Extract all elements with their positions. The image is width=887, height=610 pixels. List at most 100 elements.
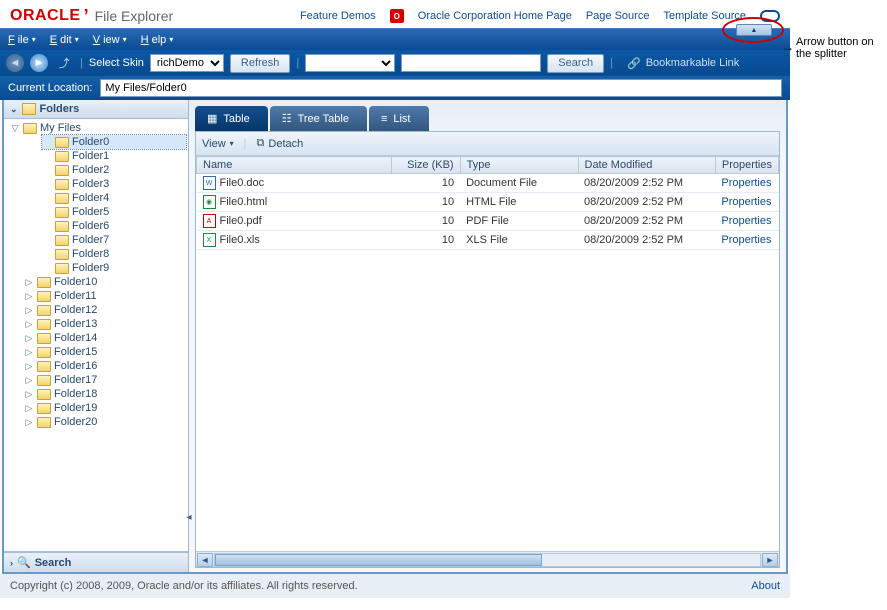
folder-icon bbox=[37, 361, 51, 372]
file-date: 08/20/2009 2:52 PM bbox=[578, 193, 715, 212]
table-row[interactable]: WFile0.doc10Document File08/20/2009 2:52… bbox=[197, 174, 779, 193]
scroll-thumb[interactable] bbox=[215, 554, 542, 566]
file-size: 10 bbox=[391, 174, 460, 193]
search-type-select[interactable] bbox=[305, 54, 395, 72]
table-row[interactable]: XFile0.xls10XLS File08/20/2009 2:52 PMPr… bbox=[197, 231, 779, 250]
tree-node-folder10[interactable]: ▷Folder10 bbox=[24, 275, 186, 289]
detach-icon: ⧉ bbox=[257, 137, 265, 150]
tree-node-folder15[interactable]: ▷Folder15 bbox=[24, 345, 186, 359]
tree-node-folder6[interactable]: Folder6 bbox=[42, 219, 186, 233]
tree-node-folder18[interactable]: ▷Folder18 bbox=[24, 387, 186, 401]
table-row[interactable]: AFile0.pdf10PDF File08/20/2009 2:52 PMPr… bbox=[197, 212, 779, 231]
col-date-modified[interactable]: Date Modified bbox=[578, 157, 715, 174]
menu-view[interactable]: View ▾ bbox=[93, 34, 127, 46]
file-type: PDF File bbox=[460, 212, 578, 231]
chevron-down-icon: ▾ bbox=[123, 35, 127, 44]
sidebar: ⌄ Folders ▽My FilesFolder0Folder1Folder2… bbox=[4, 100, 189, 572]
nav-forward-button[interactable]: ► bbox=[30, 54, 48, 72]
folder-icon bbox=[55, 263, 69, 274]
search-panel-header[interactable]: › 🔍 Search bbox=[4, 552, 188, 572]
file-date: 08/20/2009 2:52 PM bbox=[578, 212, 715, 231]
brand-dot: ’ bbox=[84, 6, 89, 27]
splitter-arrow-button[interactable]: ▲ bbox=[736, 24, 772, 36]
chevron-down-icon: ▾ bbox=[230, 139, 234, 148]
tree-node-folder2[interactable]: Folder2 bbox=[42, 163, 186, 177]
table-row[interactable]: ◉File0.html10HTML File08/20/2009 2:52 PM… bbox=[197, 193, 779, 212]
folder-icon bbox=[37, 347, 51, 358]
tree-node-folder8[interactable]: Folder8 bbox=[42, 247, 186, 261]
tree-node-folder4[interactable]: Folder4 bbox=[42, 191, 186, 205]
properties-link[interactable]: Properties bbox=[721, 177, 771, 189]
folder-icon bbox=[55, 249, 69, 260]
location-input[interactable] bbox=[100, 79, 782, 97]
file-date: 08/20/2009 2:52 PM bbox=[578, 174, 715, 193]
tab-table[interactable]: ▦ Table bbox=[195, 106, 268, 131]
tree-node-folder19[interactable]: ▷Folder19 bbox=[24, 401, 186, 415]
folder-icon bbox=[55, 207, 69, 218]
properties-link[interactable]: Properties bbox=[721, 215, 771, 227]
refresh-button[interactable]: Refresh bbox=[230, 54, 291, 73]
file-name: File0.doc bbox=[220, 177, 265, 189]
file-date: 08/20/2009 2:52 PM bbox=[578, 231, 715, 250]
detach-button[interactable]: ⧉ Detach bbox=[257, 137, 304, 150]
scroll-left-arrow[interactable]: ◄ bbox=[197, 553, 213, 567]
tree-node-folder11[interactable]: ▷Folder11 bbox=[24, 289, 186, 303]
link-oracle-home[interactable]: Oracle Corporation Home Page bbox=[418, 10, 572, 22]
folder-icon bbox=[37, 305, 51, 316]
annotation-arrow-icon: → bbox=[782, 40, 794, 54]
folders-panel-header[interactable]: ⌄ Folders bbox=[4, 100, 188, 119]
tree-node-folder9[interactable]: Folder9 bbox=[42, 261, 186, 275]
link-feature-demos[interactable]: Feature Demos bbox=[300, 10, 376, 22]
tree-node-folder0[interactable]: Folder0 bbox=[42, 135, 186, 149]
tree-node-folder7[interactable]: Folder7 bbox=[42, 233, 186, 247]
col-size-kb-[interactable]: Size (KB) bbox=[391, 157, 460, 174]
tree-node-folder17[interactable]: ▷Folder17 bbox=[24, 373, 186, 387]
horizontal-scrollbar[interactable]: ◄ ► bbox=[196, 551, 779, 567]
toolbar: ◄ ► ⤴ | Select Skin richDemo Refresh | S… bbox=[0, 50, 790, 76]
col-name[interactable]: Name bbox=[197, 157, 392, 174]
scroll-track[interactable] bbox=[214, 553, 761, 567]
menu-file[interactable]: File ▾ bbox=[8, 34, 36, 46]
tree-node-folder16[interactable]: ▷Folder16 bbox=[24, 359, 186, 373]
tab-tree-table[interactable]: ☷ Tree Table bbox=[270, 106, 367, 131]
link-template-source[interactable]: Template Source bbox=[663, 10, 746, 22]
nav-back-button[interactable]: ◄ bbox=[6, 54, 24, 72]
link-page-source[interactable]: Page Source bbox=[586, 10, 650, 22]
search-button[interactable]: Search bbox=[547, 54, 604, 73]
col-type[interactable]: Type bbox=[460, 157, 578, 174]
file-type: XLS File bbox=[460, 231, 578, 250]
content-area: ▦ Table ☷ Tree Table ≡ List View ▾ bbox=[189, 100, 786, 572]
copyright: Copyright (c) 2008, 2009, Oracle and/or … bbox=[10, 580, 358, 592]
scroll-right-arrow[interactable]: ► bbox=[762, 553, 778, 567]
tree-node-folder5[interactable]: Folder5 bbox=[42, 205, 186, 219]
properties-link[interactable]: Properties bbox=[721, 196, 771, 208]
bookmarkable-link[interactable]: 🔗 Bookmarkable Link bbox=[627, 57, 739, 70]
nav-up-button[interactable]: ⤴ bbox=[54, 54, 74, 72]
sidebar-collapse-handle[interactable]: ◂ bbox=[184, 502, 194, 532]
skin-select[interactable]: richDemo bbox=[150, 54, 224, 72]
col-properties[interactable]: Properties bbox=[715, 157, 778, 174]
brand-logo: ORACLE bbox=[10, 7, 81, 25]
tree-node-folder20[interactable]: ▷Folder20 bbox=[24, 415, 186, 429]
tree-node-folder14[interactable]: ▷Folder14 bbox=[24, 331, 186, 345]
tab-list[interactable]: ≡ List bbox=[369, 106, 429, 131]
file-icon: X bbox=[203, 233, 216, 247]
menu-edit[interactable]: Edit ▾ bbox=[50, 34, 79, 46]
tree-node-folder1[interactable]: Folder1 bbox=[42, 149, 186, 163]
header: ORACLE’ File Explorer Feature Demos O Or… bbox=[0, 0, 790, 28]
tree-node-folder13[interactable]: ▷Folder13 bbox=[24, 317, 186, 331]
view-menu[interactable]: View ▾ bbox=[202, 138, 234, 150]
folder-tree[interactable]: ▽My FilesFolder0Folder1Folder2Folder3Fol… bbox=[4, 119, 188, 552]
properties-link[interactable]: Properties bbox=[721, 234, 771, 246]
tree-node-folder12[interactable]: ▷Folder12 bbox=[24, 303, 186, 317]
tree-root[interactable]: ▽My Files bbox=[10, 121, 186, 135]
search-icon: 🔍 bbox=[17, 556, 31, 569]
menu-help[interactable]: Help ▾ bbox=[141, 34, 174, 46]
about-link[interactable]: About bbox=[751, 580, 780, 592]
file-type: Document File bbox=[460, 174, 578, 193]
search-input[interactable] bbox=[401, 54, 541, 72]
tree-table-icon: ☷ bbox=[282, 112, 292, 125]
tree-node-folder3[interactable]: Folder3 bbox=[42, 177, 186, 191]
detach-label: Detach bbox=[268, 138, 303, 150]
view-menu-label: View bbox=[202, 138, 226, 150]
